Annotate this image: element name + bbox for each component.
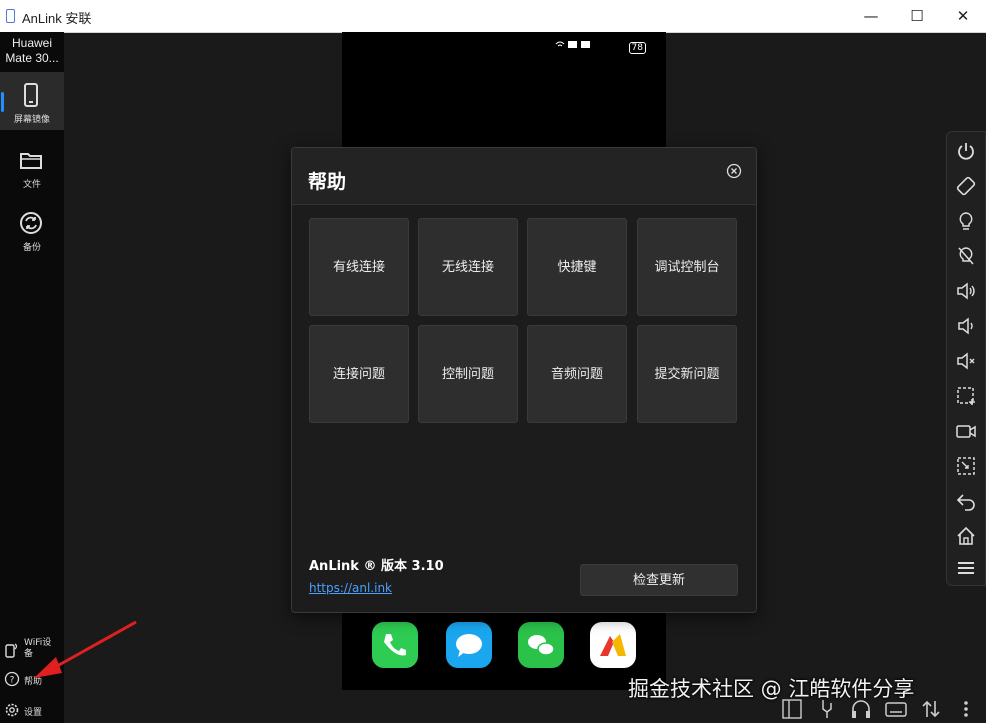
help-tile-control-issues[interactable]: 控制问题 bbox=[418, 325, 518, 423]
menu-icon[interactable] bbox=[955, 557, 977, 579]
close-icon[interactable] bbox=[726, 163, 742, 179]
help-tile-wired-connection[interactable]: 有线连接 bbox=[309, 218, 409, 316]
mute-icon[interactable] bbox=[955, 350, 977, 372]
sync-icon bbox=[20, 212, 42, 234]
sidebar-item-screen-mirror[interactable]: 屏幕镜像 bbox=[0, 72, 64, 130]
title-bar: AnLink 安联 — ☐ ✕ bbox=[0, 0, 986, 33]
device-name: Huawei Mate 30... bbox=[5, 36, 59, 65]
light-off-icon[interactable] bbox=[955, 245, 977, 267]
app-logo-icon bbox=[6, 9, 15, 23]
version-text: AnLink ® 版本 3.10 bbox=[309, 559, 444, 574]
help-tile-debug-console[interactable]: 调试控制台 bbox=[637, 218, 737, 316]
help-tile-submit-issue[interactable]: 提交新问题 bbox=[637, 325, 737, 423]
maximize-button[interactable]: ☐ bbox=[894, 0, 940, 32]
watermark-text: 掘金技术社区 @ 江皓软件分享 bbox=[628, 677, 915, 701]
dialog-header: 帮助 bbox=[292, 148, 756, 205]
record-icon[interactable] bbox=[955, 420, 977, 442]
help-dialog: 帮助 有线连接 无线连接 快捷键 调试控制台 连接问题 控制问题 音频问题 提交… bbox=[291, 147, 757, 613]
help-tile-connection-issues[interactable]: 连接问题 bbox=[309, 325, 409, 423]
sidebar-item-settings[interactable]: 设置 bbox=[4, 700, 62, 722]
help-icon: ? bbox=[4, 671, 20, 687]
messages-app-icon[interactable] bbox=[446, 622, 492, 668]
sidebar-item-backup[interactable]: 备份 bbox=[0, 200, 64, 258]
check-update-button[interactable]: 检查更新 bbox=[580, 564, 738, 596]
window-title: AnLink 安联 bbox=[22, 11, 92, 26]
home-icon[interactable] bbox=[955, 525, 977, 547]
more-icon[interactable] bbox=[954, 697, 978, 721]
status-bar: 78 bbox=[554, 38, 646, 54]
wechat-app-icon[interactable] bbox=[518, 622, 564, 668]
volume-up-icon[interactable] bbox=[955, 280, 977, 302]
help-tile-shortcuts[interactable]: 快捷键 bbox=[527, 218, 627, 316]
phone-app-icon[interactable] bbox=[372, 622, 418, 668]
help-tile-audio-issues[interactable]: 音频问题 bbox=[527, 325, 627, 423]
news-app-icon[interactable] bbox=[590, 622, 636, 668]
back-icon[interactable] bbox=[955, 490, 977, 512]
power-icon[interactable] bbox=[955, 140, 977, 162]
crop-icon[interactable] bbox=[955, 455, 977, 477]
signal-icon bbox=[555, 41, 590, 48]
sidebar-item-label: 设置 bbox=[24, 708, 43, 718]
svg-text:?: ? bbox=[10, 676, 15, 686]
sidebar-item-files[interactable]: 文件 bbox=[0, 137, 64, 195]
volume-down-icon[interactable] bbox=[955, 315, 977, 337]
minimize-button[interactable]: — bbox=[848, 0, 894, 32]
transfer-icon[interactable] bbox=[919, 697, 943, 721]
battery-level: 78 bbox=[628, 42, 646, 54]
folder-icon bbox=[20, 153, 42, 169]
app-dock bbox=[372, 622, 642, 672]
annotation-arrow bbox=[34, 620, 137, 678]
sidebar-item-label: 文件 bbox=[22, 180, 41, 190]
help-tile-wireless-connection[interactable]: 无线连接 bbox=[418, 218, 518, 316]
sidebar-item-label: 备份 bbox=[22, 243, 41, 253]
screenshot-icon[interactable] bbox=[955, 385, 977, 407]
sidebar-item-label: 屏幕镜像 bbox=[13, 115, 50, 125]
control-toolbar bbox=[946, 131, 986, 586]
close-button[interactable]: ✕ bbox=[940, 0, 986, 32]
phone-icon bbox=[24, 83, 38, 107]
light-on-icon[interactable] bbox=[955, 210, 977, 232]
gear-icon bbox=[5, 703, 19, 717]
wifi-device-icon bbox=[5, 643, 18, 658]
rotate-icon[interactable] bbox=[955, 175, 977, 197]
active-indicator bbox=[1, 92, 4, 112]
website-link[interactable]: https://anl.ink bbox=[309, 581, 392, 595]
dialog-title: 帮助 bbox=[308, 171, 347, 193]
